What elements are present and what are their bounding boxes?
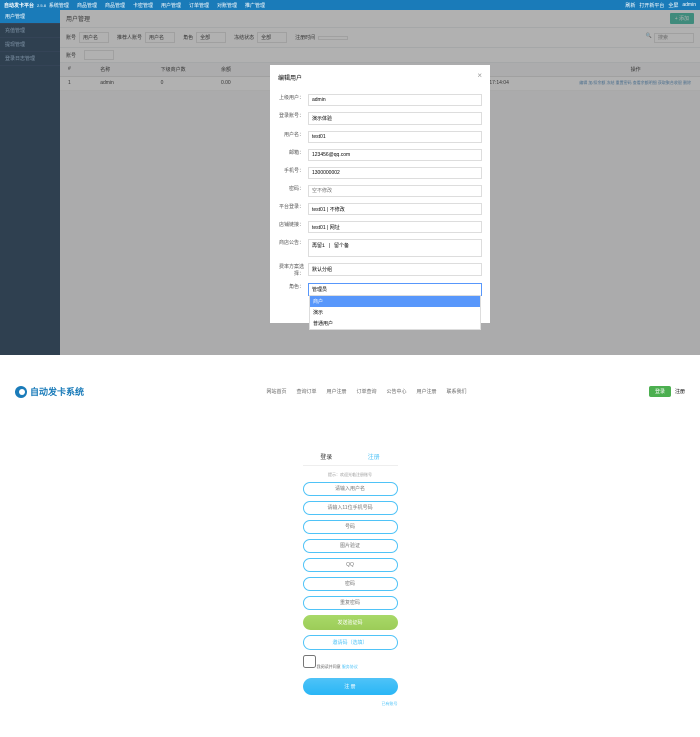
- close-icon[interactable]: ×: [477, 71, 482, 80]
- code-input[interactable]: [303, 520, 398, 534]
- nav-item[interactable]: 用户管理: [158, 2, 184, 9]
- qq-input[interactable]: [303, 558, 398, 572]
- modal-overlay: × 编辑用户 上级用户： admin 登录账号： 演示体验 用户名：: [60, 10, 700, 355]
- nav-item[interactable]: 商品管理: [74, 2, 100, 9]
- front-nav: 网站首页 查询订单 用户注册 订单查询 公告中心 用户注册 联系我们: [84, 388, 649, 395]
- open-link[interactable]: 打开新平台: [639, 2, 664, 9]
- tab-register[interactable]: 注册: [350, 448, 398, 465]
- nav-link[interactable]: 查询订单: [296, 388, 316, 395]
- sidebar-item-recharge[interactable]: 充值管理: [0, 24, 60, 38]
- invite-input[interactable]: 邀请码（选填）: [303, 635, 398, 650]
- nav-item[interactable]: 商品管理: [102, 2, 128, 9]
- auth-form: 登录 注册 提示：欢迎光临注册账号 发送验证码 邀请码（选填） 我阅读并同意 服…: [303, 448, 398, 707]
- user-label[interactable]: admin: [682, 2, 696, 8]
- nav-item[interactable]: 推广管理: [242, 2, 268, 9]
- role-select[interactable]: 管理员 商户 演示 普通用户: [308, 283, 482, 296]
- nav-link[interactable]: 网站首页: [266, 388, 286, 395]
- announce-field[interactable]: [308, 239, 482, 257]
- email-field[interactable]: [308, 149, 482, 161]
- nav-link[interactable]: 用户注册: [417, 388, 437, 395]
- login-button[interactable]: 登录: [649, 386, 671, 397]
- nav-item[interactable]: 对账管理: [214, 2, 240, 9]
- sidebar-item-users[interactable]: 用户管理: [0, 10, 60, 24]
- fullscreen-link[interactable]: 全屏: [668, 2, 678, 9]
- sidebar-item-withdraw[interactable]: 提现管理: [0, 38, 60, 52]
- has-account-link[interactable]: 已有账号: [303, 701, 398, 707]
- dropdown-option[interactable]: 演示: [310, 307, 480, 318]
- password2-input[interactable]: [303, 596, 398, 610]
- nav-item[interactable]: 订单管理: [186, 2, 212, 9]
- top-nav: 系统管理 商品管理 商品管理 卡密管理 用户管理 订单管理 对账管理 推广管理: [46, 2, 268, 9]
- website-field[interactable]: [308, 221, 482, 233]
- tab-login[interactable]: 登录: [303, 448, 351, 465]
- password-field[interactable]: [308, 185, 482, 197]
- register-link[interactable]: 注册: [675, 388, 685, 395]
- phone-field[interactable]: [308, 167, 482, 179]
- send-sms-button[interactable]: 发送验证码: [303, 615, 398, 630]
- nav-item[interactable]: 卡密管理: [130, 2, 156, 9]
- phone-input[interactable]: [303, 501, 398, 515]
- refresh-link[interactable]: 刷新: [625, 2, 635, 9]
- superior-field[interactable]: admin: [308, 94, 482, 106]
- front-logo[interactable]: 自动发卡系统: [15, 385, 84, 398]
- front-header: 自动发卡系统 网站首页 查询订单 用户注册 订单查询 公告中心 用户注册 联系我…: [0, 385, 700, 408]
- auth-tip: 提示：欢迎光临注册账号: [303, 472, 398, 478]
- nav-link[interactable]: 联系我们: [447, 388, 467, 395]
- agree-checkbox[interactable]: [303, 655, 316, 668]
- platform-login-field[interactable]: [308, 203, 482, 215]
- logo-icon: [15, 386, 27, 398]
- nav-link[interactable]: 用户注册: [326, 388, 346, 395]
- password-input[interactable]: [303, 577, 398, 591]
- brand: 自动发卡平台: [4, 2, 34, 9]
- sidebar: 用户管理 充值管理 提现管理 登录日志管理: [0, 10, 60, 355]
- nav-link[interactable]: 订单查询: [356, 388, 376, 395]
- register-submit-button[interactable]: 注 册: [303, 678, 398, 695]
- verify-input[interactable]: [303, 539, 398, 553]
- modal-title: 编辑用户: [278, 73, 482, 86]
- nav-link[interactable]: 公告中心: [387, 388, 407, 395]
- username-field[interactable]: 演示体验: [308, 112, 482, 125]
- nickname-field[interactable]: [308, 131, 482, 143]
- role-dropdown-list: 商户 演示 普通用户: [309, 295, 481, 330]
- top-bar: 自动发卡平台 2.5.8 系统管理 商品管理 商品管理 卡密管理 用户管理 订单…: [0, 0, 700, 10]
- sidebar-item-loginlog[interactable]: 登录日志管理: [0, 52, 60, 66]
- dropdown-option[interactable]: 商户: [310, 296, 480, 307]
- admin-panel: 自动发卡平台 2.5.8 系统管理 商品管理 商品管理 卡密管理 用户管理 订单…: [0, 0, 700, 355]
- frontend-panel: 自动发卡系统 网站首页 查询订单 用户注册 订单查询 公告中心 用户注册 联系我…: [0, 355, 700, 737]
- dropdown-option[interactable]: 普通用户: [310, 318, 480, 329]
- edit-user-modal: × 编辑用户 上级用户： admin 登录账号： 演示体验 用户名：: [270, 65, 490, 323]
- rate-select[interactable]: 默认分组: [308, 263, 482, 276]
- nav-item[interactable]: 系统管理: [46, 2, 72, 9]
- terms-link[interactable]: 服务协议: [342, 664, 358, 669]
- username-input[interactable]: [303, 482, 398, 496]
